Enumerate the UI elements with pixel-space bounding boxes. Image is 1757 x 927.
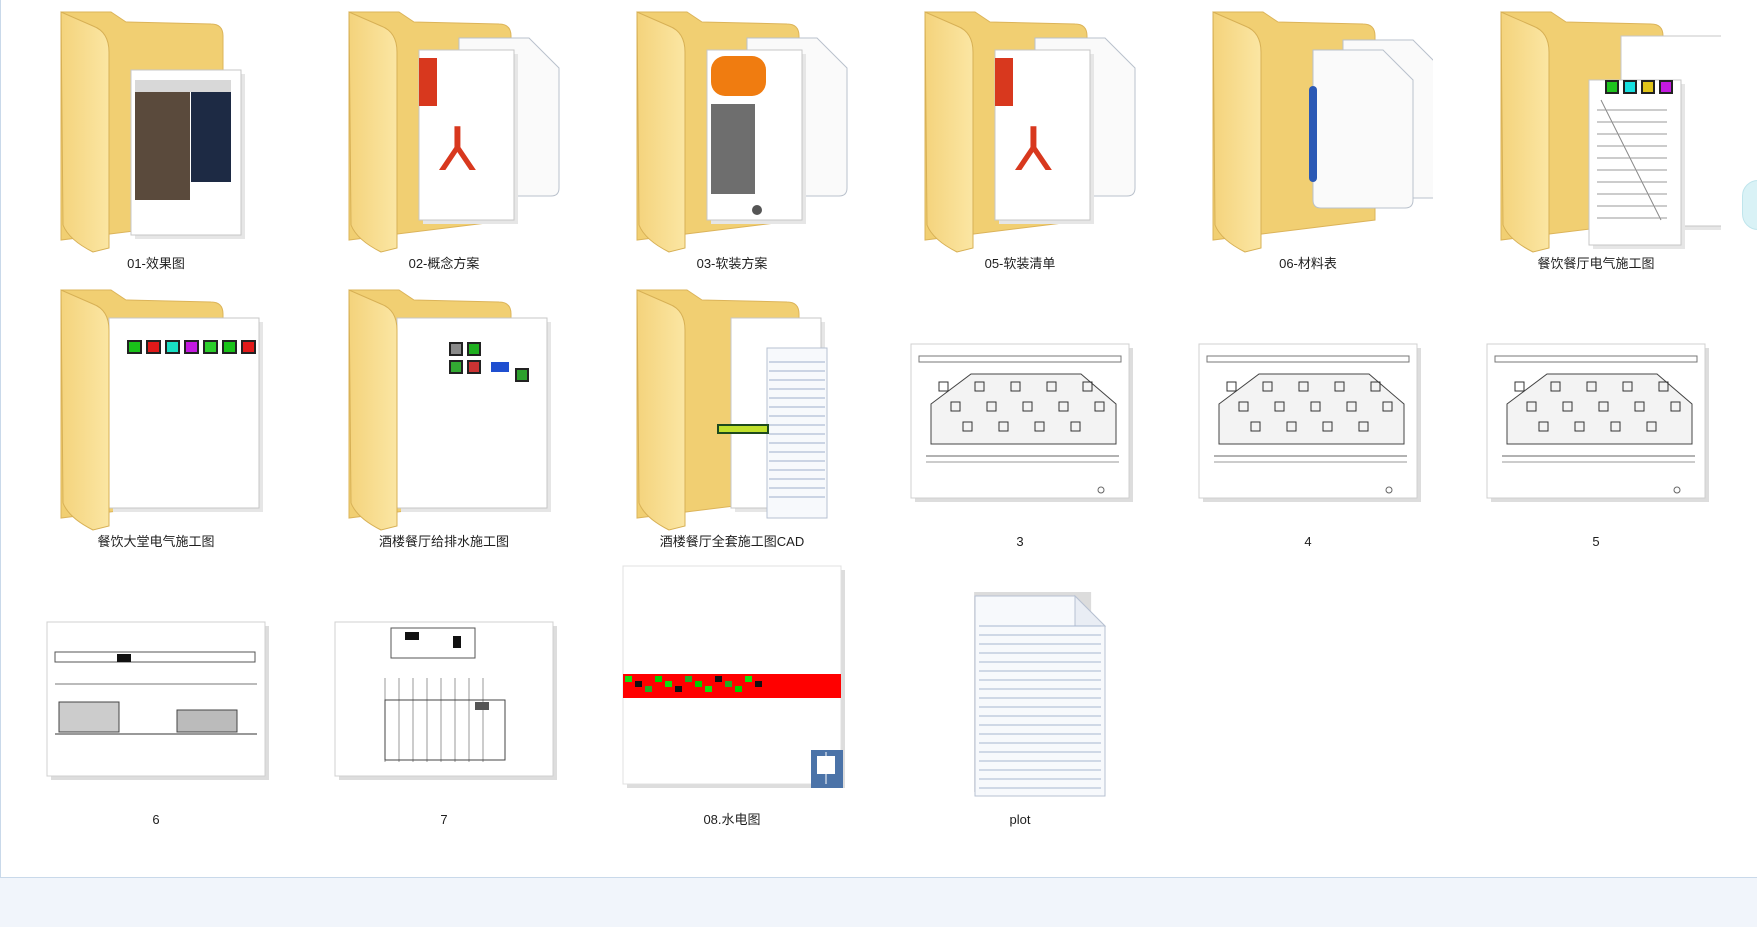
file-item[interactable]: 6	[21, 556, 291, 828]
svg-text:⅄: ⅄	[438, 115, 476, 185]
svg-text:⅄: ⅄	[1014, 115, 1052, 185]
folder-item[interactable]: 03-软装方案	[597, 0, 867, 272]
item-label: 餐饮大堂电气施工图	[97, 534, 215, 549]
folder-item[interactable]: 酒楼餐厅给排水施工图	[309, 278, 579, 550]
item-label: 酒楼餐厅全套施工图CAD	[659, 534, 805, 549]
file-item[interactable]: 3	[885, 278, 1155, 550]
folder-item[interactable]: 酒楼餐厅全套施工图CAD	[597, 278, 867, 550]
file-item[interactable]: plot	[885, 556, 1155, 828]
item-label: 06-材料表	[1279, 256, 1337, 271]
drawing-thumbnail-icon	[895, 278, 1145, 534]
status-bar	[0, 878, 1757, 927]
folder-icon	[31, 278, 281, 534]
item-label: 02-概念方案	[408, 256, 480, 271]
text-file-icon	[895, 556, 1145, 812]
file-item[interactable]: 08.水电图	[597, 556, 867, 828]
item-label: plot	[1009, 812, 1031, 827]
file-item[interactable]: 7	[309, 556, 579, 828]
drawing-thumbnail-icon	[1471, 278, 1721, 534]
folder-item[interactable]: ⅄ 02-概念方案	[309, 0, 579, 272]
item-label: 08.水电图	[703, 812, 761, 827]
item-label: 酒楼餐厅给排水施工图	[378, 534, 509, 549]
item-label: 6	[152, 812, 160, 827]
item-label: 01-效果图	[127, 256, 185, 271]
item-label: 7	[440, 812, 448, 827]
item-label: 5	[1592, 534, 1600, 549]
item-label: 餐饮餐厅电气施工图	[1537, 256, 1655, 271]
file-item[interactable]: 5	[1461, 278, 1731, 550]
folder-icon	[319, 278, 569, 534]
folder-icon	[1183, 0, 1444, 256]
item-label: 4	[1304, 534, 1312, 549]
item-label: 3	[1016, 534, 1024, 549]
folder-icon: ⅄	[895, 0, 1145, 256]
folder-item[interactable]: ⅄ 05-软装清单	[885, 0, 1155, 272]
item-label: 03-软装方案	[696, 256, 768, 271]
drawing-thumbnail-icon	[1183, 278, 1433, 534]
file-list-pane: 01-效果图 ⅄ 02-概念方案 03-软装方案 ⅄ 05-软装清单 06-材料表 餐饮餐厅电…	[0, 0, 1757, 878]
file-item[interactable]: 4	[1173, 278, 1443, 550]
folder-icon	[1471, 0, 1745, 256]
drawing-thumbnail-icon	[319, 556, 569, 812]
scroll-handle[interactable]	[1742, 180, 1757, 230]
drawing-thumbnail-icon	[607, 556, 857, 812]
folder-item[interactable]: 06-材料表	[1173, 0, 1444, 272]
folder-icon	[607, 278, 857, 534]
folder-item[interactable]: 餐饮大堂电气施工图	[21, 278, 291, 550]
folder-item[interactable]: 餐饮餐厅电气施工图	[1461, 0, 1745, 272]
folder-icon	[31, 0, 281, 256]
folder-item[interactable]: 01-效果图	[21, 0, 291, 272]
item-label: 05-软装清单	[984, 256, 1056, 271]
folder-icon: ⅄	[319, 0, 569, 256]
drawing-thumbnail-icon	[31, 556, 281, 812]
folder-icon	[607, 0, 857, 256]
